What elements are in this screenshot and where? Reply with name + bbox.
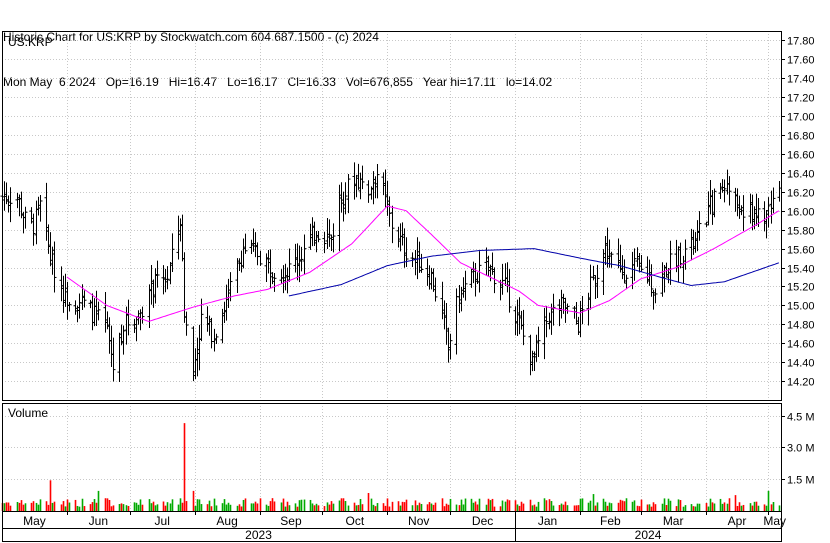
price-tick-label: 16.00 — [787, 207, 815, 219]
price-tick-label: 17.00 — [787, 112, 815, 124]
month-label: Mar — [663, 514, 684, 528]
stock-chart: US:KRP Volume 17.8017.6017.4017.2017.001… — [0, 31, 815, 542]
volume-panel-frame — [2, 403, 782, 512]
month-label: Sep — [280, 514, 302, 528]
price-tick-label: 15.60 — [787, 245, 815, 257]
month-label: Nov — [408, 514, 429, 528]
price-axis-ticks: 17.80 17.60 17.40 17.20 17.00 16.80 16.60 16.40… — [781, 36, 815, 389]
price-tick-label: 17.80 — [787, 36, 815, 48]
price-tick-label: 15.00 — [787, 301, 815, 313]
month-label: Feb — [600, 514, 621, 528]
price-tick-label: 17.20 — [787, 93, 815, 105]
price-bars — [0, 162, 782, 383]
symbol-label: US:KRP — [8, 35, 53, 49]
month-label: Dec — [472, 514, 493, 528]
year-label: 2024 — [635, 528, 662, 542]
month-label: May — [763, 514, 786, 528]
price-tick-label: 16.80 — [787, 131, 815, 143]
price-tick-label: 14.80 — [787, 320, 815, 332]
price-tick-label: 17.60 — [787, 55, 815, 67]
price-tick-label: 14.40 — [787, 358, 815, 370]
time-axis: May Jun Jul Aug Sep Oct Nov Dec Jan Feb Mar Apr May 2… — [2, 511, 786, 542]
month-label: Aug — [216, 514, 237, 528]
price-tick-label: 15.20 — [787, 282, 815, 294]
month-label: Jul — [155, 514, 170, 528]
year-label: 2023 — [245, 528, 272, 542]
volume-axis-ticks: 4.5 M 3.0 M 1.5 M — [781, 412, 815, 487]
price-tick-label: 17.40 — [787, 74, 815, 86]
price-tick-label: 14.60 — [787, 339, 815, 351]
short-moving-average-line — [66, 205, 780, 323]
price-tick-label: 15.80 — [787, 226, 815, 238]
price-gridlines — [2, 31, 781, 400]
volume-tick-label: 3.0 M — [787, 443, 815, 455]
price-tick-label: 15.40 — [787, 264, 815, 276]
month-label: May — [23, 514, 46, 528]
price-tick-label: 16.60 — [787, 150, 815, 162]
month-label: Apr — [728, 514, 747, 528]
volume-tick-label: 4.5 M — [787, 412, 815, 424]
month-label: Jun — [89, 514, 108, 528]
volume-panel-title: Volume — [8, 406, 48, 420]
price-tick-label: 16.40 — [787, 169, 815, 181]
volume-tick-label: 1.5 M — [787, 475, 815, 487]
price-tick-label: 14.20 — [787, 377, 815, 389]
month-label: Jan — [538, 514, 557, 528]
volume-bars — [1, 423, 781, 511]
volume-gridlines — [2, 403, 781, 511]
month-label: Oct — [346, 514, 365, 528]
long-moving-average-line — [288, 248, 780, 297]
price-tick-label: 16.20 — [787, 188, 815, 200]
